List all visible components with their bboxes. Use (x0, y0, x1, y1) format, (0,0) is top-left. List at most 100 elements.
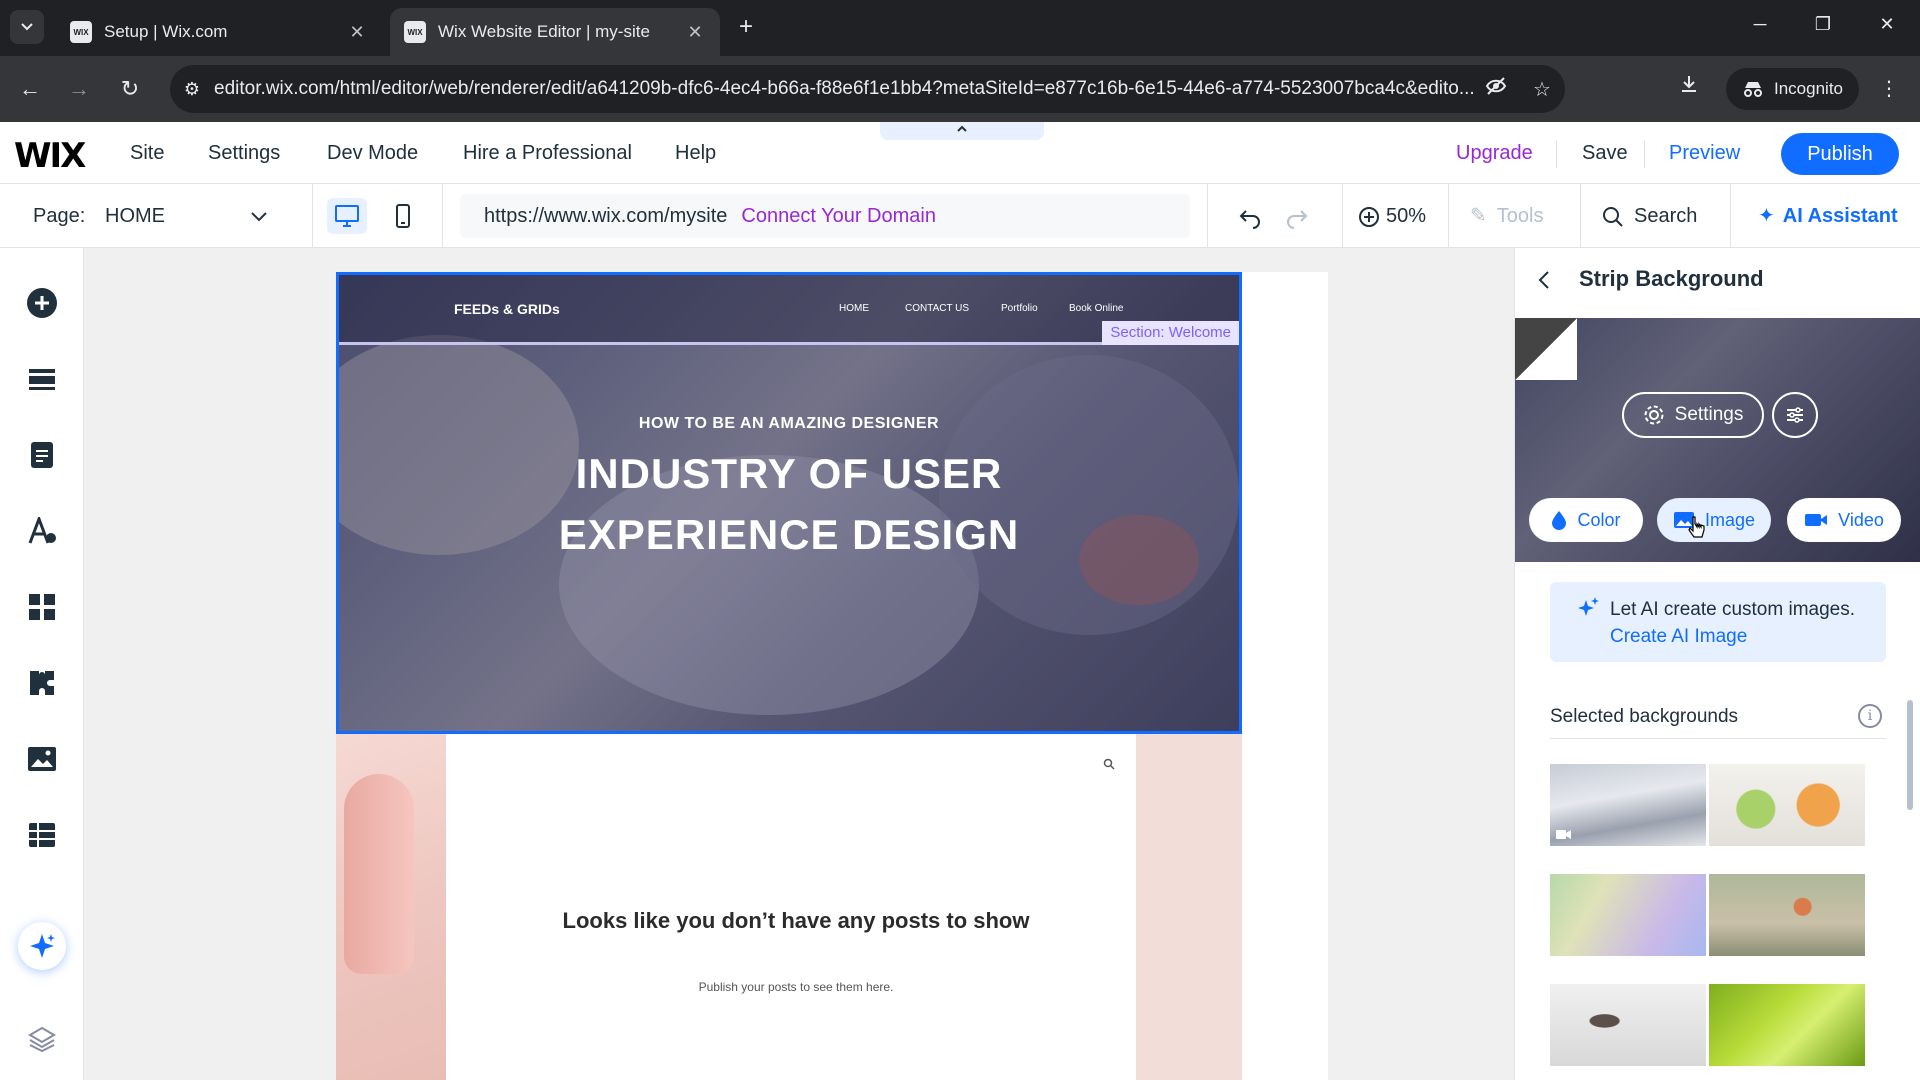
section-label[interactable]: Section: Welcome (1102, 321, 1239, 345)
url-bar[interactable]: ⚙ editor.wix.com/html/editor/web/rendere… (170, 65, 1565, 113)
tab-search-button[interactable] (10, 10, 44, 44)
apps-button[interactable] (21, 586, 63, 628)
site-info-icon[interactable]: ⚙ (170, 79, 214, 100)
search-icon[interactable] (1103, 758, 1115, 773)
chevron-down-icon[interactable] (250, 184, 268, 248)
background-thumbnail[interactable] (1550, 984, 1706, 1066)
info-icon[interactable]: i (1858, 704, 1882, 728)
image-type-button[interactable]: Image (1657, 498, 1771, 542)
welcome-section[interactable]: FEEDs & GRIDs HOME CONTACT US Portfolio … (336, 272, 1242, 734)
close-window-icon[interactable]: ✕ (1867, 14, 1907, 42)
menu-site[interactable]: Site (130, 122, 164, 184)
zoom-control[interactable]: 50% (1358, 184, 1426, 248)
site-nav-contact[interactable]: CONTACT US (905, 303, 969, 314)
back-button[interactable] (1537, 270, 1551, 296)
browser-tab-setup[interactable]: WIX Setup | Wix.com ✕ (56, 8, 382, 56)
undo-icon[interactable] (1232, 184, 1268, 248)
panel-header: Strip Background (1515, 248, 1920, 318)
tools-button[interactable]: ✎ Tools (1470, 184, 1543, 248)
upgrade-link[interactable]: Upgrade (1456, 122, 1533, 184)
hero-title[interactable]: INDUSTRY OF USER EXPERIENCE DESIGN (339, 443, 1239, 565)
droplet-icon (1552, 511, 1567, 530)
blog-section[interactable]: Looks like you don’t have any posts to s… (336, 734, 1242, 1080)
search-icon (1603, 206, 1623, 227)
background-thumbnail[interactable] (1550, 764, 1706, 846)
ai-tools-button[interactable] (18, 922, 66, 970)
minimize-icon[interactable]: ─ (1740, 14, 1780, 42)
puzzle-icon (30, 671, 54, 695)
media-button[interactable] (21, 738, 63, 780)
editor-canvas[interactable]: FEEDs & GRIDs HOME CONTACT US Portfolio … (84, 248, 1514, 1080)
browser-tab-editor[interactable]: WIX Wix Website Editor | my-site ✕ (390, 8, 720, 56)
close-icon[interactable]: ✕ (684, 22, 706, 43)
close-icon[interactable]: ✕ (346, 22, 368, 43)
wix-logo[interactable]: WIX (14, 136, 86, 176)
create-ai-image-link[interactable]: Create AI Image (1610, 626, 1747, 647)
back-icon[interactable]: ← (13, 72, 47, 106)
kebab-menu-icon[interactable]: ⋮ (1874, 72, 1904, 106)
ai-image-promo: Let AI create custom images. Create AI I… (1550, 582, 1886, 662)
site-url-field[interactable]: https://www.wix.com/mysite Connect Your … (460, 194, 1190, 238)
left-tool-rail (0, 248, 84, 1080)
business-apps-button[interactable] (21, 662, 63, 704)
color-type-button[interactable]: Color (1529, 498, 1643, 542)
tab-title: Wix Website Editor | my-site (438, 22, 650, 41)
tools-icon: ✎ (1470, 205, 1487, 227)
publish-button[interactable]: Publish (1781, 133, 1899, 175)
eye-off-icon[interactable] (1473, 75, 1519, 103)
menu-dev-mode[interactable]: Dev Mode (327, 122, 418, 184)
ai-assistant-button[interactable]: ✦ AI Assistant (1758, 184, 1898, 248)
star-icon[interactable]: ☆ (1519, 77, 1565, 102)
collapse-toolbar-button[interactable] (880, 122, 1044, 140)
background-thumbnail[interactable] (1550, 874, 1706, 956)
background-thumbnail[interactable] (1709, 984, 1865, 1066)
preview-button[interactable]: Preview (1669, 122, 1740, 184)
chair-shape (344, 774, 414, 974)
layers-button[interactable] (21, 1018, 63, 1060)
site-nav-home[interactable]: HOME (839, 303, 869, 314)
page-selector[interactable]: HOME (105, 184, 165, 248)
menu-help[interactable]: Help (675, 122, 716, 184)
strip-background-panel: Strip Background Settings Color Image Vi… (1514, 248, 1920, 1080)
reload-icon[interactable]: ↻ (113, 72, 147, 106)
hero-title-line: EXPERIENCE DESIGN (558, 511, 1020, 558)
new-tab-button[interactable]: + (732, 14, 760, 42)
hero-subtitle[interactable]: HOW TO BE AN AMAZING DESIGNER (339, 415, 1239, 433)
download-icon[interactable] (1672, 72, 1706, 106)
restore-icon[interactable]: ❐ (1803, 14, 1843, 42)
video-type-button[interactable]: Video (1787, 498, 1901, 542)
menu-settings[interactable]: Settings (208, 122, 280, 184)
incognito-label: Incognito (1774, 79, 1843, 98)
site-nav-portfolio[interactable]: Portfolio (1001, 303, 1038, 314)
add-circle-icon (27, 288, 57, 318)
pages-button[interactable] (21, 434, 63, 476)
chevron-left-icon (1538, 271, 1549, 289)
site-url-text: https://www.wix.com/mysite (484, 204, 728, 227)
add-elements-button[interactable] (21, 282, 63, 324)
desktop-view-button[interactable] (327, 198, 367, 234)
search-button[interactable]: Search (1602, 184, 1697, 248)
url-text[interactable]: editor.wix.com/html/editor/web/renderer/… (214, 78, 1473, 100)
divider (1448, 184, 1449, 248)
forward-icon[interactable]: → (62, 72, 96, 106)
panel-scrollbar[interactable] (1907, 700, 1913, 810)
incognito-badge[interactable]: Incognito (1726, 68, 1859, 110)
site-logo[interactable]: FEEDs & GRIDs (454, 301, 560, 317)
mobile-view-button[interactable] (383, 198, 423, 234)
background-settings-button[interactable]: Settings (1622, 392, 1764, 438)
site-nav-book-online[interactable]: Book Online (1069, 303, 1123, 314)
zoom-value: 50% (1386, 205, 1427, 227)
image-label: Image (1704, 509, 1756, 530)
adjust-button[interactable] (1772, 392, 1818, 438)
sections-button[interactable] (21, 358, 63, 400)
divider (1730, 184, 1731, 248)
background-thumbnail[interactable] (1709, 764, 1865, 846)
video-label: Video (1838, 509, 1884, 530)
redo-icon[interactable] (1279, 184, 1315, 248)
connect-domain-link[interactable]: Connect Your Domain (741, 205, 936, 228)
site-design-button[interactable] (21, 510, 63, 552)
save-button[interactable]: Save (1582, 122, 1628, 184)
cms-button[interactable] (21, 814, 63, 856)
background-thumbnail[interactable] (1709, 874, 1865, 956)
menu-hire-professional[interactable]: Hire a Professional (463, 122, 632, 184)
